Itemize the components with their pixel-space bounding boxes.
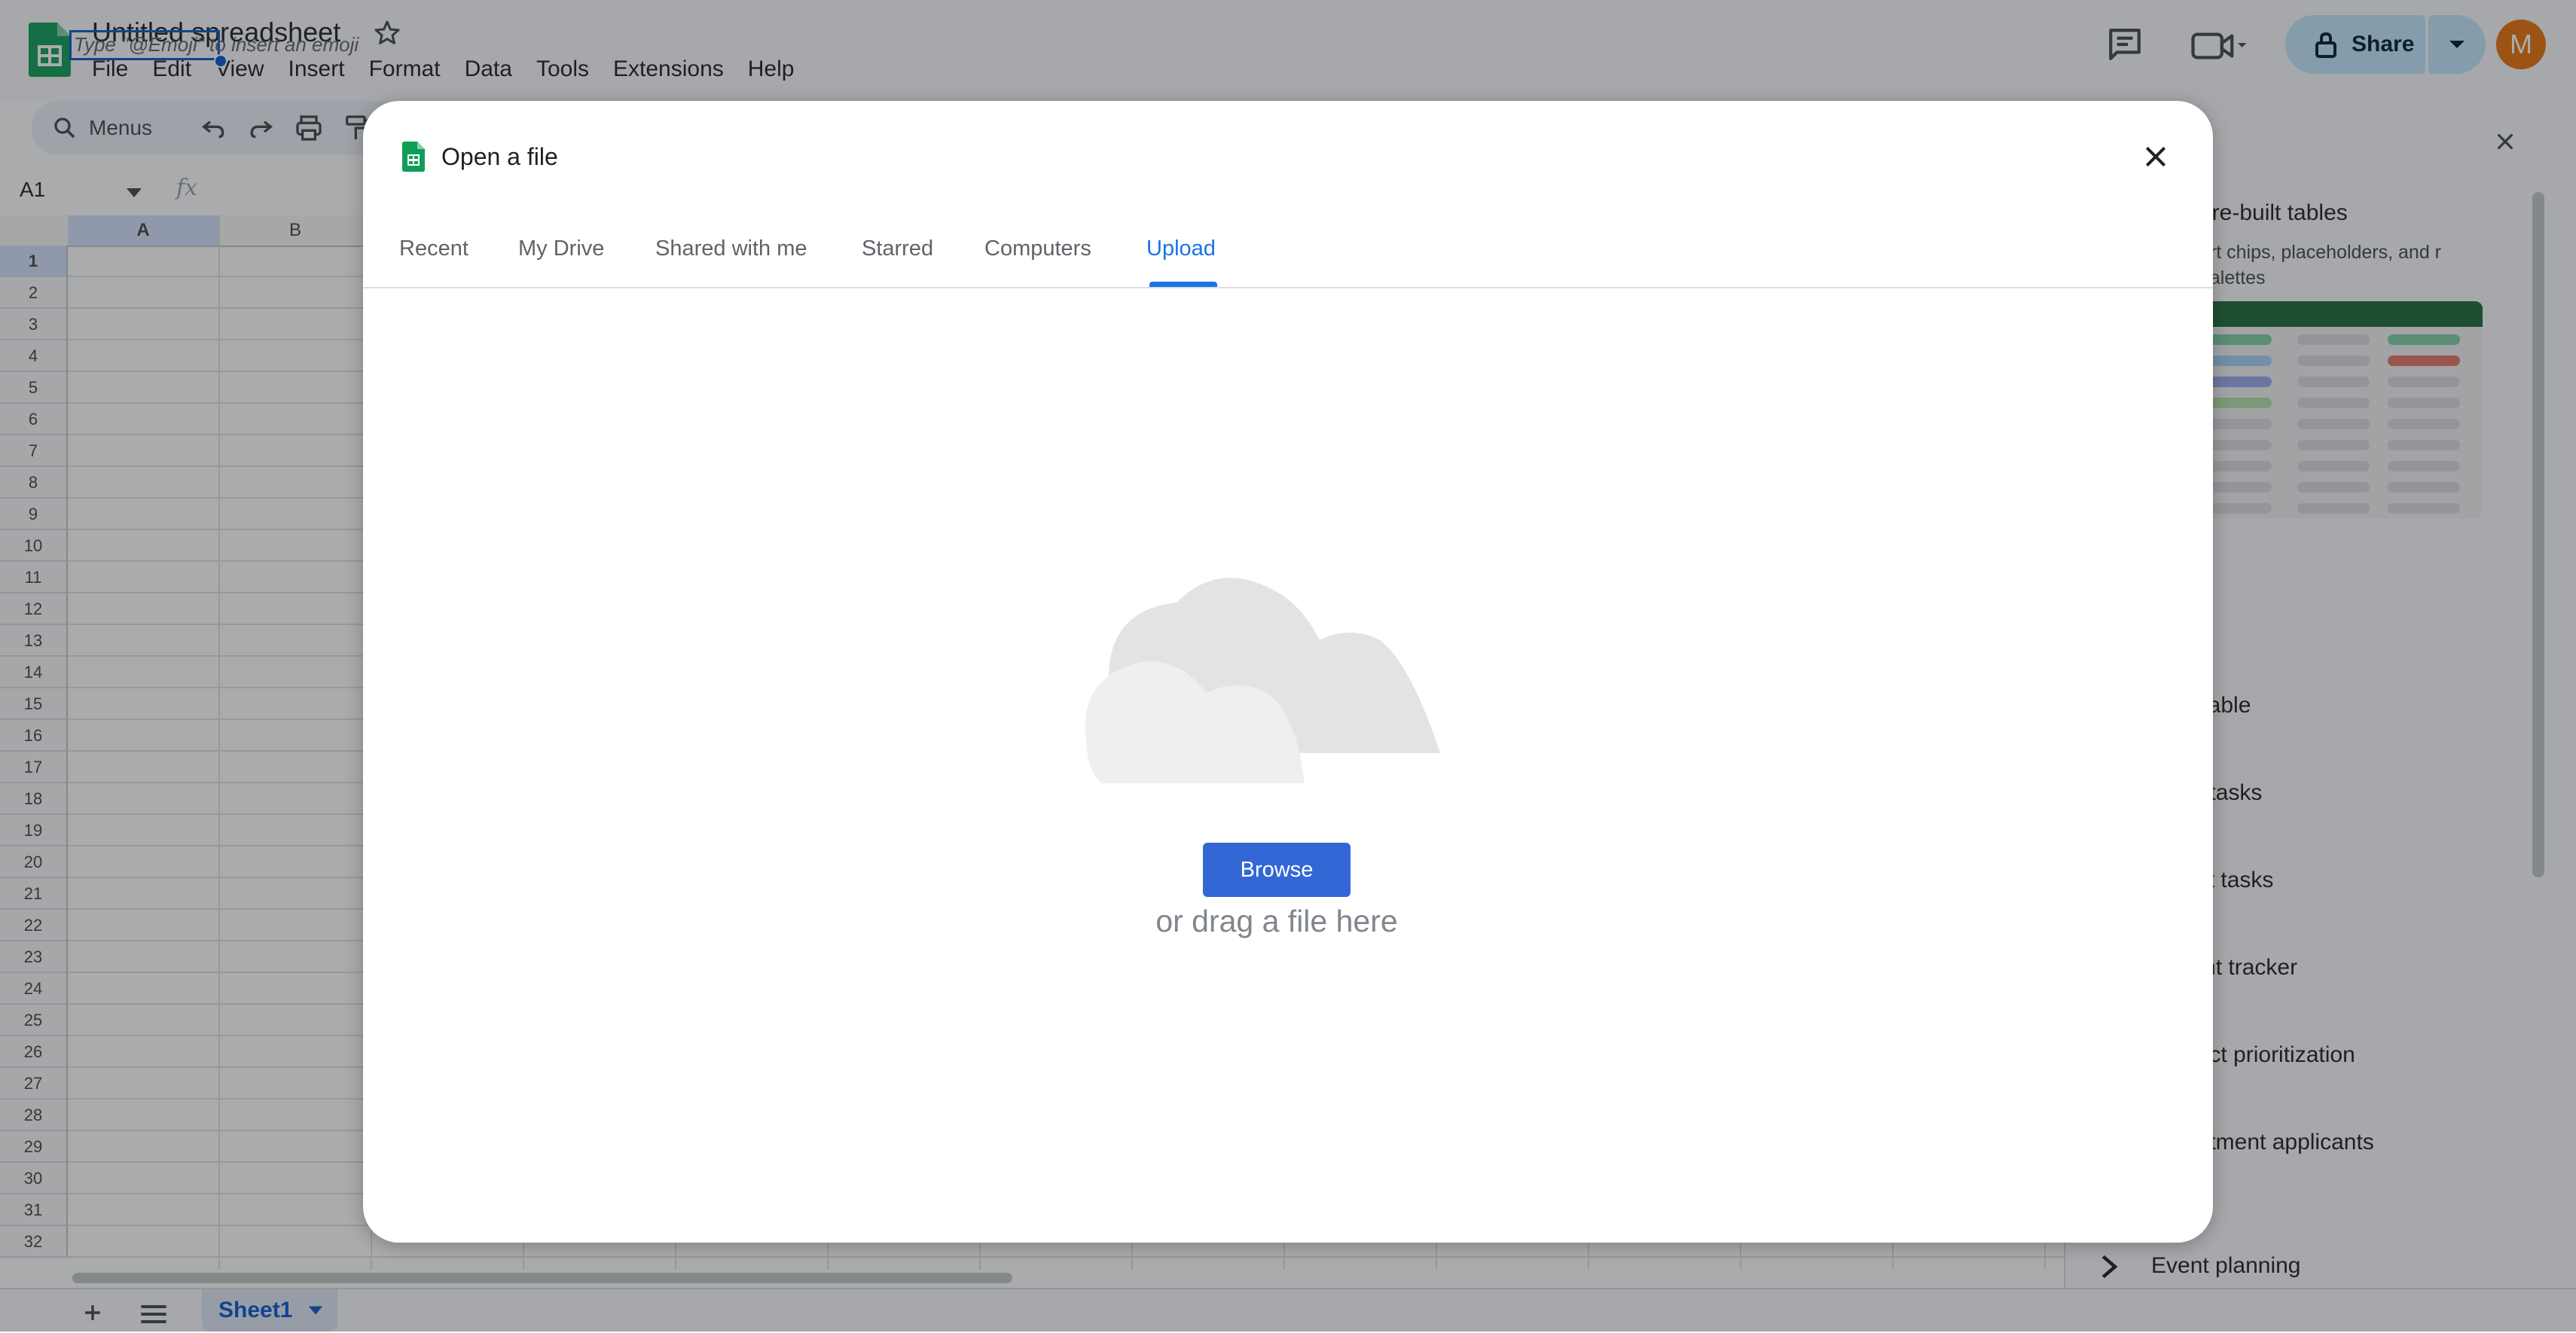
tab-computers[interactable]: Computers [984,236,1091,261]
tabs-divider [363,287,2213,288]
open-file-dialog: Open a file Recent My Drive Shared with … [363,101,2213,1243]
tab-recent[interactable]: Recent [399,236,469,261]
cloud-upload-illustration-icon [1085,578,1440,783]
tab-my-drive[interactable]: My Drive [518,236,604,261]
browse-button[interactable]: Browse [1203,843,1351,897]
dialog-title: Open a file [441,143,558,170]
sheets-logo-icon [402,142,425,172]
tab-shared-with-me[interactable]: Shared with me [655,236,807,261]
drag-file-hint: or drag a file here [1155,904,1398,938]
tab-upload[interactable]: Upload [1146,236,1216,261]
close-icon[interactable] [2141,142,2171,172]
active-tab-indicator [1149,282,1217,287]
tab-starred[interactable]: Starred [862,236,933,261]
